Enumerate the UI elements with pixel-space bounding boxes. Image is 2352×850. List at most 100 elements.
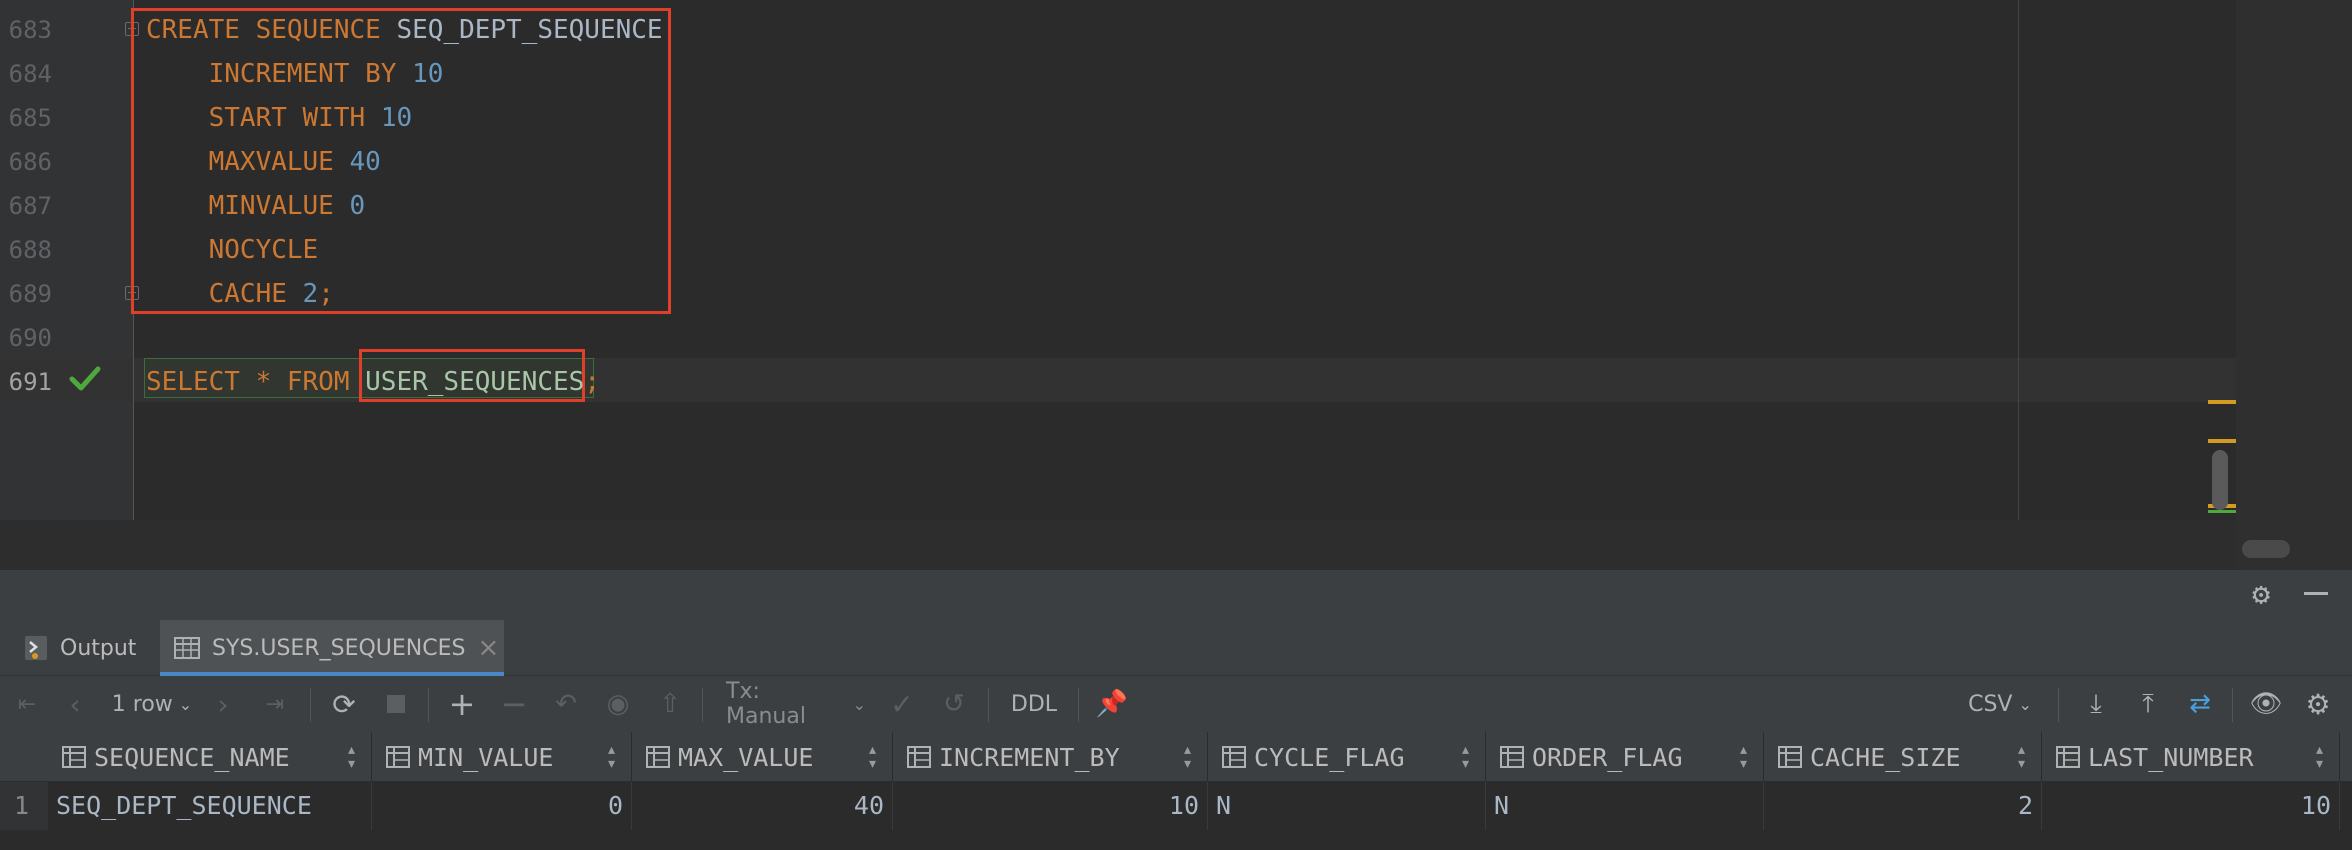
editor-bottom-area [0,520,2236,570]
horizontal-scrollbar-thumb[interactable] [2242,540,2290,558]
scrollbar-thumb[interactable] [2212,450,2228,510]
services-header [0,570,2352,620]
column-icon [1778,746,1802,768]
table-cell[interactable]: 2 [1764,782,2042,830]
ddl-button[interactable]: DDL [1004,676,1064,732]
column-header[interactable]: MIN_VALUE ▴ ▾ [372,732,632,782]
settings-gear-icon[interactable]: ⚙ [2300,676,2336,732]
code-line[interactable]: MAXVALUE 40 [146,140,381,184]
code-line[interactable]: CREATE SEQUENCE SEQ_DEPT_SEQUENCE [146,8,663,52]
code-token: INCREMENT BY [146,59,413,89]
code-token: SELECT * FROM [146,367,366,397]
tab-sys-user-sequences[interactable]: SYS.USER_SEQUENCES × [174,620,505,676]
code-token: 10 [380,103,413,133]
sort-icon[interactable]: ▴ ▾ [2016,741,2027,773]
toolbar-separator [1078,688,1079,722]
code-line[interactable]: START WITH 10 [146,96,413,140]
table-cell[interactable]: 10 [893,782,1208,830]
refresh-icon[interactable]: ⟳ [326,676,362,732]
code-token: 40 [349,147,381,177]
stop-icon[interactable] [378,676,414,732]
export-icon[interactable]: ⤓ [2078,676,2114,732]
last-page-icon[interactable]: ⇥ [258,676,292,732]
row-number[interactable]: 1 [0,782,48,830]
table-cell[interactable]: SEQ_DEPT_SEQUENCE [48,782,372,830]
pin-icon[interactable]: 📌 [1094,676,1130,732]
code-editor[interactable]: 683 CREATE SEQUENCE SEQ_DEPT_SEQUENCE 684 … [0,0,2352,520]
column-header[interactable]: CACHE_SIZE ▴ ▾ [1764,732,2042,782]
view-icon[interactable]: 👁 [2248,676,2284,732]
code-line[interactable]: NOCYCLE [146,228,319,272]
toolbar-separator [988,688,989,722]
code-line[interactable]: MINVALUE 0 [146,184,366,228]
column-header[interactable]: MAX_VALUE ▴ ▾ [632,732,893,782]
toolbar-separator [428,688,429,722]
gear-icon[interactable]: ⚙ [2252,580,2270,610]
minimize-icon[interactable] [2304,592,2328,595]
column-header[interactable]: SEQUENCE_NAME ▴ ▾ [48,732,372,782]
sort-icon[interactable]: ▴ ▾ [1182,741,1193,773]
column-header[interactable]: ORDER_FLAG ▴ ▾ [1486,732,1764,782]
revert-icon[interactable]: ↶ [548,676,584,732]
sort-icon[interactable]: ▴ ▾ [606,741,617,773]
chevron-down-icon: ⌄ [2018,694,2032,714]
toolbar-separator [702,688,703,722]
toolbar-separator [2058,688,2059,722]
first-page-icon[interactable]: ⇤ [10,676,44,732]
table-cell[interactable]: 0 [372,782,632,830]
sort-icon[interactable]: ▴ ▾ [346,741,357,773]
sort-icon[interactable]: ▴ ▾ [1738,741,1749,773]
previous-page-icon[interactable]: ‹ [58,676,92,732]
sort-icon[interactable]: ▴ ▾ [867,741,878,773]
tab-output[interactable]: Output [24,620,136,676]
chevron-down-icon: ⌄ [852,694,866,714]
column-icon [62,746,86,768]
next-page-icon[interactable]: › [206,676,240,732]
export-format-label: CSV [1968,691,2013,717]
preview-changes-icon[interactable]: ◉ [600,676,636,732]
code-line[interactable]: CACHE 2; [146,272,334,316]
table-cell[interactable]: 10 [2042,782,2340,830]
code-token: 10 [412,59,444,89]
code-token: MINVALUE [146,191,350,221]
column-icon [2056,746,2080,768]
rollback-icon[interactable]: ↺ [936,676,972,732]
sort-icon[interactable]: ▴ ▾ [2314,741,2325,773]
warning-marker[interactable] [2208,439,2236,443]
compare-icon[interactable]: ⇄ [2182,676,2218,732]
code-token: SEQ_DEPT_SEQUENCE [396,15,663,45]
column-icon [646,746,670,768]
export-format-dropdown[interactable]: CSV ⌄ [1960,676,2040,732]
column-header[interactable]: INCREMENT_BY ▴ ▾ [893,732,1208,782]
column-header-label: SEQUENCE_NAME [94,742,290,772]
code-token: CREATE SEQUENCE [146,15,397,45]
code-token: 2 [302,279,319,309]
warning-marker[interactable] [2208,400,2236,404]
column-header-label: INCREMENT_BY [939,742,1120,772]
table-cell[interactable]: N [1208,782,1486,830]
code-line[interactable]: INCREMENT BY 10 [146,52,444,96]
line-number: 683 [8,16,52,44]
commit-icon[interactable]: ✓ [884,676,920,732]
row-count-dropdown[interactable]: 1 row ⌄ [108,676,196,732]
transaction-mode-dropdown[interactable]: Tx: Manual ⌄ [726,676,866,732]
close-tab-icon[interactable]: × [477,633,499,663]
code-token: MAXVALUE [146,147,350,177]
column-icon [386,746,410,768]
add-row-icon[interactable]: + [444,676,480,732]
column-header[interactable]: CYCLE_FLAG ▴ ▾ [1208,732,1486,782]
sort-icon[interactable]: ▴ ▾ [1460,741,1471,773]
table-cell[interactable]: N [1486,782,1764,830]
column-icon [1500,746,1524,768]
code-line[interactable]: SELECT * FROM USER_SEQUENCES; [146,360,600,404]
column-header-label: MAX_VALUE [678,742,814,772]
import-icon[interactable]: ⤒ [2130,676,2166,732]
code-token: ; [318,279,334,309]
transaction-mode-label: Tx: Manual [726,679,806,729]
code-token: 0 [349,191,366,221]
table-cell[interactable]: 40 [632,782,893,830]
delete-row-icon[interactable]: − [496,676,532,732]
column-header[interactable]: LAST_NUMBER ▴ ▾ [2042,732,2340,782]
editor-vertical-scrollbar[interactable] [2236,0,2352,570]
submit-icon[interactable]: ⇧ [652,676,688,732]
